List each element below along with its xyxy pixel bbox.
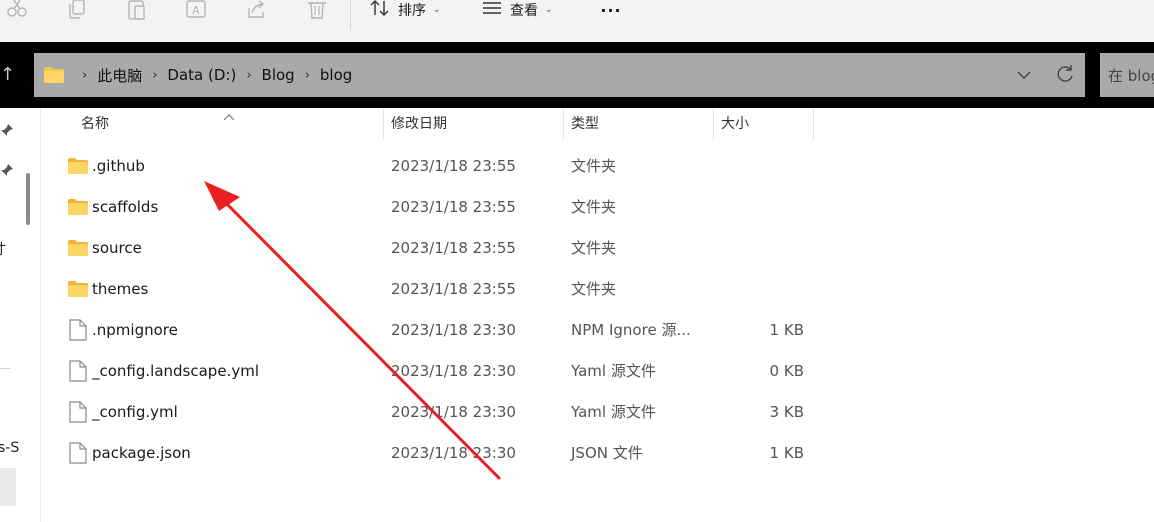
address-bar[interactable]: › 此电脑 › Data (D:) › Blog › blog [34, 53, 1085, 97]
file-icon [69, 319, 87, 345]
folder-icon [68, 240, 88, 260]
file-type: NPM Ignore 源... [571, 321, 691, 339]
sort-label: 排序 [398, 3, 426, 19]
nav-item-selected[interactable] [0, 468, 16, 506]
file-row[interactable]: .npmignore 2023/1/18 23:30 NPM Ignore 源...… [60, 310, 820, 350]
view-label: 查看 [510, 3, 538, 19]
file-size: 0 KB [769, 362, 804, 380]
share-icon[interactable] [246, 0, 268, 20]
chevron-right-icon: › [152, 67, 158, 83]
file-modified-date: 2023/1/18 23:30 [391, 321, 516, 339]
up-arrow-icon[interactable]: ↑ [0, 60, 20, 90]
command-bar: A 排序 ⌄ 查看 ⌄ ··· [0, 0, 1154, 42]
column-divider[interactable] [813, 108, 814, 140]
view-button[interactable]: 查看 ⌄ [482, 0, 553, 20]
sort-icon [370, 0, 390, 21]
file-type: 文件夹 [571, 157, 617, 175]
file-name: _config.landscape.yml [92, 362, 259, 380]
paste-icon[interactable] [126, 0, 148, 20]
copy-icon[interactable] [66, 0, 88, 20]
search-placeholder: 在 blog 中搜索 [1108, 67, 1154, 85]
column-divider[interactable] [713, 108, 714, 140]
file-name: .npmignore [92, 321, 178, 339]
breadcrumb-item-drive[interactable]: Data (D:) [167, 66, 236, 84]
chevron-right-icon: › [82, 67, 88, 83]
rename-icon[interactable]: A [186, 0, 208, 20]
file-icon [69, 401, 87, 427]
more-options-button[interactable]: ··· [598, 0, 624, 20]
pin-icon[interactable] [0, 162, 14, 176]
file-row[interactable]: _config.landscape.yml 2023/1/18 23:30 Yaml… [60, 351, 820, 391]
toolbar-divider [350, 0, 351, 30]
file-type: JSON 文件 [571, 444, 643, 462]
pin-icon[interactable] [0, 122, 14, 136]
file-modified-date: 2023/1/18 23:55 [391, 239, 516, 257]
column-header-type[interactable]: 类型 [571, 108, 711, 140]
nav-item-fragment[interactable]: s-S [0, 440, 19, 456]
divider [0, 368, 10, 369]
chevron-right-icon: › [246, 67, 252, 83]
file-row[interactable]: package.json 2023/1/18 23:30 JSON 文件 1 KB [60, 433, 820, 473]
chevron-right-icon: › [304, 67, 310, 83]
file-row[interactable]: scaffolds 2023/1/18 23:55 文件夹 [60, 187, 820, 227]
file-type: Yaml 源文件 [571, 362, 656, 380]
file-modified-date: 2023/1/18 23:30 [391, 362, 516, 380]
file-row[interactable]: themes 2023/1/18 23:55 文件夹 [60, 269, 820, 309]
view-icon [482, 0, 502, 20]
column-header-size[interactable]: 大小 [721, 108, 811, 140]
chevron-down-icon: ⌄ [433, 5, 441, 15]
file-modified-date: 2023/1/18 23:30 [391, 444, 516, 462]
file-name: source [92, 239, 142, 257]
sort-button[interactable]: 排序 ⌄ [370, 0, 441, 20]
file-name: package.json [92, 444, 191, 462]
file-type: 文件夹 [571, 198, 617, 216]
sort-ascending-icon [223, 106, 235, 121]
file-modified-date: 2023/1/18 23:55 [391, 157, 516, 175]
nav-item-fragment[interactable]: 寸 [0, 239, 6, 259]
folder-icon [68, 199, 88, 219]
file-type: 文件夹 [571, 280, 617, 298]
svg-text:A: A [192, 4, 200, 17]
file-row[interactable]: _config.yml 2023/1/18 23:30 Yaml 源文件 3 KB [60, 392, 820, 432]
refresh-icon[interactable] [1054, 64, 1076, 86]
file-modified-date: 2023/1/18 23:55 [391, 198, 516, 216]
chevron-down-icon[interactable] [1014, 65, 1034, 85]
breadcrumb-item-this-pc[interactable]: 此电脑 [97, 65, 142, 86]
delete-icon[interactable] [306, 0, 328, 20]
navigation-pane: 寸 s-S [0, 108, 41, 522]
file-name: themes [92, 280, 149, 298]
file-name: scaffolds [92, 198, 159, 216]
file-icon [69, 360, 87, 386]
file-name: .github [92, 157, 145, 175]
file-size: 1 KB [769, 321, 804, 339]
column-divider[interactable] [383, 108, 384, 140]
folder-icon [44, 67, 64, 87]
file-size: 1 KB [769, 444, 804, 462]
search-input[interactable]: 在 blog 中搜索 [1100, 53, 1154, 97]
cut-icon[interactable] [6, 0, 28, 20]
folder-icon [68, 281, 88, 301]
file-row[interactable]: .github 2023/1/18 23:55 文件夹 [60, 146, 820, 186]
breadcrumb-item-blog[interactable]: blog [320, 66, 352, 84]
file-row[interactable]: source 2023/1/18 23:55 文件夹 [60, 228, 820, 268]
file-modified-date: 2023/1/18 23:55 [391, 280, 516, 298]
file-size: 3 KB [769, 403, 804, 421]
column-divider[interactable] [563, 108, 564, 140]
column-header-date[interactable]: 修改日期 [391, 108, 561, 140]
breadcrumb: › 此电脑 › Data (D:) › Blog › blog [72, 53, 352, 97]
chevron-down-icon: ⌄ [545, 5, 553, 15]
file-type: 文件夹 [571, 239, 617, 257]
file-type: Yaml 源文件 [571, 403, 656, 421]
file-icon [69, 442, 87, 468]
scrollbar-thumb[interactable] [26, 173, 30, 225]
file-modified-date: 2023/1/18 23:30 [391, 403, 516, 421]
breadcrumb-item-blog-parent[interactable]: Blog [262, 66, 295, 84]
file-name: _config.yml [92, 403, 178, 421]
folder-icon [68, 158, 88, 178]
